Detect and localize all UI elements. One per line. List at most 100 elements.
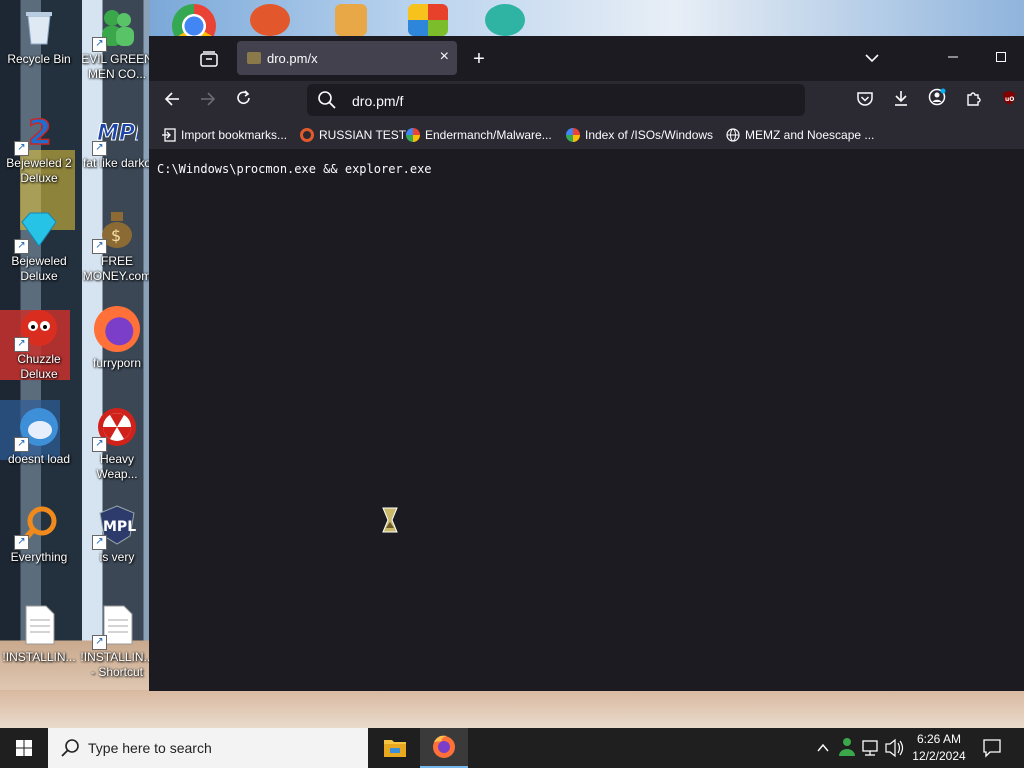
- bookmark-memz[interactable]: MEMZ and Noescape ...: [726, 126, 874, 144]
- desktop-icon-fat-like-darko[interactable]: MPL↗ fat like darko: [78, 110, 156, 171]
- account-button[interactable]: [922, 86, 952, 116]
- tab-bar: dro.pm/x × +: [149, 36, 1024, 81]
- taskbar-firefox[interactable]: [420, 728, 468, 768]
- downloads-button[interactable]: [886, 86, 916, 116]
- shield-icon[interactable]: [408, 4, 448, 36]
- bookmark-russian-test[interactable]: RUSSIAN TEST: [300, 126, 406, 144]
- desktop-icon-bejeweled[interactable]: ↗ Bejeweled Deluxe: [0, 208, 78, 284]
- desktop-icon-label: !INSTALLIN... - Shortcut: [80, 650, 154, 679]
- url-bar[interactable]: dro.pm/f: [307, 84, 805, 116]
- account-icon: [928, 88, 946, 106]
- desktop-icon-is-very[interactable]: MPL ↗ is very: [78, 504, 156, 565]
- search-placeholder: Type here to search: [88, 740, 212, 756]
- tab-title: dro.pm/x: [267, 51, 318, 66]
- volume-icon[interactable]: [883, 728, 905, 768]
- search-icon: [318, 91, 336, 109]
- tab-favicon-icon: [247, 52, 261, 64]
- arrow-right-icon: [201, 92, 216, 106]
- shortcut-arrow-icon: ↗: [92, 37, 107, 52]
- desktop-icon-free-money[interactable]: $ ↗ FREE MONEY.com: [78, 208, 156, 284]
- bookmark-label: MEMZ and Noescape ...: [745, 128, 875, 142]
- diamond-icon: ↗: [14, 208, 60, 254]
- busy-cursor-icon: [382, 507, 398, 533]
- forward-button[interactable]: [193, 86, 223, 116]
- shortcut-arrow-icon: ↗: [92, 141, 107, 156]
- thunderbird-icon: ↗: [14, 406, 60, 452]
- desktop-icon-label: doesnt load: [7, 452, 71, 466]
- desktop-icon-chuzzle[interactable]: ↗ Chuzzle Deluxe: [0, 306, 78, 382]
- desktop-icon-label: Heavy Weap...: [96, 452, 138, 481]
- green-men-icon: ↗: [92, 6, 138, 52]
- page-content: C:\Windows\procmon.exe && explorer.exe: [149, 149, 1024, 691]
- bookmark-import[interactable]: Import bookmarks...: [162, 126, 287, 144]
- desktop-icon-label: EVIL GREEN MEN CO...: [81, 52, 153, 81]
- desktop-icon-everything[interactable]: ↗ Everything: [0, 504, 78, 565]
- shortcut-arrow-icon: ↗: [14, 437, 29, 452]
- desktop-icon-label: !INSTALLIN...: [2, 650, 76, 664]
- bejeweled-2-icon: 2 ↗: [14, 110, 60, 156]
- download-icon: [895, 91, 907, 106]
- show-hidden-icons-chevron-icon[interactable]: [815, 728, 831, 768]
- minimize-button[interactable]: [937, 44, 969, 74]
- list-all-tabs-button[interactable]: [856, 44, 888, 74]
- ring-icon: [300, 128, 314, 142]
- desktop-icon-installing[interactable]: !INSTALLIN...: [0, 604, 78, 665]
- extensions-button[interactable]: [958, 86, 988, 116]
- mpl-logo-icon: MPL↗: [92, 110, 150, 156]
- svg-text:$: $: [111, 226, 121, 245]
- magnifier-icon: ↗: [14, 504, 60, 550]
- search-icon: [61, 739, 79, 757]
- character-icon[interactable]: [485, 4, 525, 36]
- ublock-button[interactable]: uO: [994, 86, 1024, 116]
- money-bag-icon: $ ↗: [92, 208, 138, 254]
- maximize-icon: [996, 52, 1006, 62]
- desktop-icon-label: furryporn: [92, 356, 142, 370]
- desktop-icon-bejeweled-2[interactable]: 2 ↗ Bejeweled 2 Deluxe: [0, 110, 78, 186]
- firefox-icon: [94, 306, 140, 352]
- desktop-icon-label: Bejeweled 2 Deluxe: [6, 156, 72, 185]
- app-icon[interactable]: [335, 4, 367, 36]
- pocket-button[interactable]: [850, 86, 880, 116]
- start-button[interactable]: [0, 728, 48, 768]
- url-text[interactable]: dro.pm/f: [352, 93, 403, 109]
- new-tab-button[interactable]: +: [463, 44, 495, 74]
- desktop-icon-doesnt-load[interactable]: ↗ doesnt load: [0, 406, 78, 467]
- bookmark-isos-windows[interactable]: Index of /ISOs/Windows: [566, 126, 713, 144]
- minimize-icon: [948, 56, 958, 58]
- arrow-left-icon: [164, 92, 179, 106]
- bookmark-label: Index of /ISOs/Windows: [585, 128, 714, 142]
- pocket-icon: [857, 92, 873, 106]
- taskbar-clock[interactable]: 6:26 AM 12/2/2024: [905, 731, 973, 765]
- import-icon: [162, 128, 176, 142]
- bookmark-label: Endermanch/Malware...: [425, 128, 552, 142]
- folder-icon: [384, 740, 406, 757]
- firefox-window: dro.pm/x × + dro.pm/f uO Import bookmark…: [149, 36, 1024, 691]
- clock-time: 6:26 AM: [916, 732, 962, 746]
- tab-close-icon[interactable]: ×: [440, 48, 449, 66]
- text-file-icon: [18, 604, 60, 646]
- svg-text:uO: uO: [1005, 96, 1014, 103]
- reload-button[interactable]: [229, 86, 259, 116]
- app-icon[interactable]: [250, 4, 290, 36]
- notification-icon[interactable]: [981, 728, 1003, 768]
- taskbar-file-explorer[interactable]: [371, 728, 419, 768]
- desktop-icon-label: Everything: [10, 550, 68, 564]
- network-icon[interactable]: [860, 728, 882, 768]
- bookmark-label: Import bookmarks...: [181, 128, 288, 142]
- desktop-icon-furryporn[interactable]: furryporn: [78, 306, 156, 371]
- people-icon[interactable]: [836, 728, 858, 768]
- bookmark-endermanch[interactable]: Endermanch/Malware...: [406, 126, 552, 144]
- globe-icon: [726, 128, 740, 142]
- back-button[interactable]: [157, 86, 187, 116]
- chuzzle-icon: ↗: [14, 306, 60, 352]
- desktop-icon-heavy-weapons[interactable]: ↗ Heavy Weap...: [78, 406, 156, 482]
- desktop-icon-label: Recycle Bin: [7, 52, 71, 66]
- svg-text:MPL: MPL: [103, 519, 136, 535]
- desktop-icon-recycle-bin[interactable]: Recycle Bin: [0, 6, 78, 67]
- maximize-button[interactable]: [985, 44, 1017, 74]
- desktop-icon-evil-green-men[interactable]: ↗ EVIL GREEN MEN CO...: [78, 6, 156, 82]
- tab-active[interactable]: dro.pm/x ×: [237, 41, 457, 75]
- desktop-icon-installing-shortcut[interactable]: ↗ !INSTALLIN... - Shortcut: [78, 604, 156, 680]
- taskbar-search-box[interactable]: Type here to search: [48, 728, 368, 768]
- firefox-view-button[interactable]: [193, 44, 225, 74]
